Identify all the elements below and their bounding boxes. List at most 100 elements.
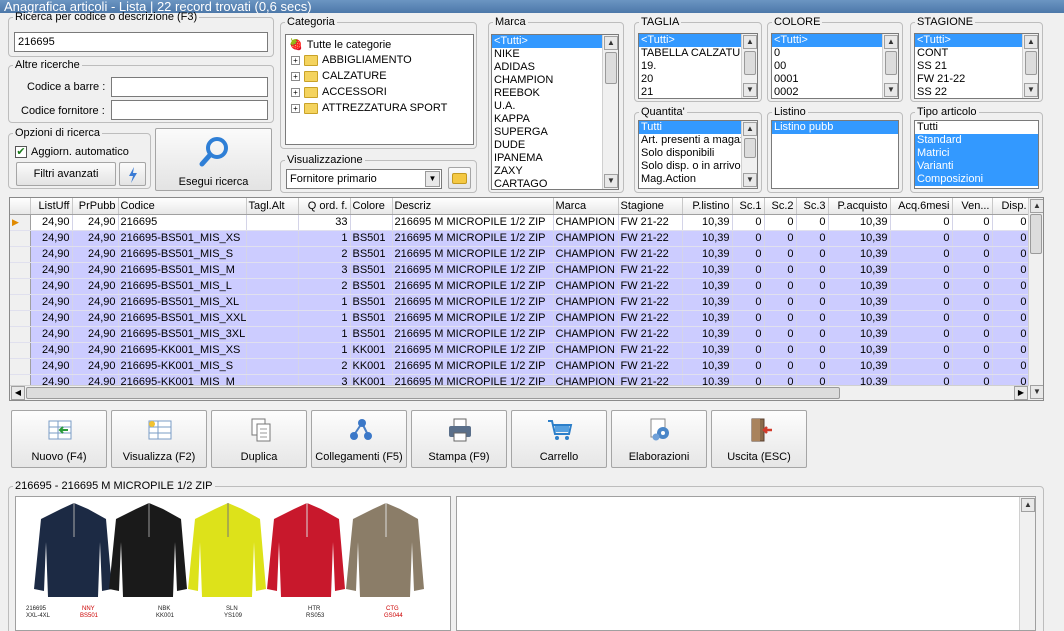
table-cell[interactable]: 10,39 bbox=[828, 214, 891, 231]
table-cell[interactable]: 216695 M MICROPILE 1/2 ZIP bbox=[392, 246, 554, 263]
table-cell[interactable]: 24,90 bbox=[30, 326, 73, 343]
column-header[interactable]: Sc.2 bbox=[764, 198, 797, 215]
table-cell[interactable]: 1 bbox=[298, 230, 351, 247]
table-cell[interactable] bbox=[246, 278, 299, 295]
column-header[interactable]: Q ord. f. bbox=[298, 198, 351, 215]
table-cell[interactable]: 10,39 bbox=[682, 358, 733, 375]
table-cell[interactable]: 10,39 bbox=[828, 358, 891, 375]
table-cell[interactable]: 0 bbox=[732, 246, 765, 263]
column-header[interactable]: Sc.3 bbox=[796, 198, 829, 215]
table-cell[interactable]: CHAMPION bbox=[553, 278, 619, 295]
row-indicator[interactable] bbox=[10, 326, 31, 343]
color-list-item[interactable]: 0001 bbox=[772, 73, 898, 86]
table-cell[interactable]: 10,39 bbox=[682, 310, 733, 327]
pricelist-list-item[interactable]: Listino pubb bbox=[772, 121, 898, 134]
table-cell[interactable]: 10,39 bbox=[828, 294, 891, 311]
category-item-abbigliamento[interactable]: + ABBIGLIAMENTO bbox=[291, 54, 412, 66]
table-cell[interactable]: 0 bbox=[992, 262, 1030, 279]
table-cell[interactable]: 0 bbox=[890, 326, 953, 343]
table-row[interactable]: 24,90 24,90 216695-BS501_MIS_XXL 1 BS501 2166… bbox=[10, 310, 1030, 327]
article-type-list-item[interactable]: Varianti bbox=[915, 160, 1038, 173]
column-header[interactable]: P.listino bbox=[682, 198, 733, 215]
table-cell[interactable]: 216695-KK001_MIS_S bbox=[118, 358, 247, 375]
table-cell[interactable]: 10,39 bbox=[828, 246, 891, 263]
column-header[interactable]: Colore bbox=[350, 198, 393, 215]
scroll-down-icon[interactable]: ▼ bbox=[743, 83, 757, 97]
brand-list-item[interactable]: KAPPA bbox=[492, 113, 618, 126]
table-cell[interactable]: 0 bbox=[992, 342, 1030, 359]
grid-vertical-scrollbar[interactable]: ▲ ▼ bbox=[1028, 198, 1043, 400]
table-cell[interactable]: 24,90 bbox=[30, 310, 73, 327]
brand-list-item[interactable]: CHAMPION bbox=[492, 74, 618, 87]
table-cell[interactable]: 0 bbox=[952, 246, 993, 263]
table-cell[interactable]: 24,90 bbox=[72, 358, 119, 375]
table-row[interactable]: 24,90 24,90 216695-BS501_MIS_XS 1 BS501 21669… bbox=[10, 230, 1030, 247]
table-cell[interactable]: 0 bbox=[796, 262, 829, 279]
table-cell[interactable]: 0 bbox=[796, 342, 829, 359]
table-row[interactable]: 24,90 24,90 216695-BS501_MIS_M 3 BS501 216695… bbox=[10, 262, 1030, 279]
table-cell[interactable]: 0 bbox=[732, 278, 765, 295]
brand-list-item[interactable]: <Tutti> bbox=[492, 35, 618, 48]
table-cell[interactable]: 0 bbox=[992, 278, 1030, 295]
scroll-up-icon[interactable]: ▲ bbox=[743, 122, 757, 136]
table-cell[interactable]: 216695-BS501_MIS_XS bbox=[118, 230, 247, 247]
scroll-up-icon[interactable]: ▲ bbox=[604, 36, 618, 50]
table-cell[interactable]: 0 bbox=[992, 294, 1030, 311]
column-header[interactable]: Ven... bbox=[952, 198, 993, 215]
category-item-attrezzatura[interactable]: + ATTREZZATURA SPORT bbox=[291, 102, 447, 114]
color-scrollbar[interactable]: ▲ ▼ bbox=[882, 34, 898, 98]
season-list-item[interactable]: CONT bbox=[915, 47, 1038, 60]
links-button[interactable]: Collegamenti (F5) bbox=[311, 410, 407, 468]
exit-button[interactable]: Uscita (ESC) bbox=[711, 410, 807, 468]
table-cell[interactable]: 0 bbox=[992, 246, 1030, 263]
table-cell[interactable]: 0 bbox=[890, 246, 953, 263]
table-cell[interactable]: CHAMPION bbox=[553, 310, 619, 327]
quantity-list[interactable]: Tutti Art. presenti a magazzino Solo dispo… bbox=[638, 120, 758, 189]
table-cell[interactable]: 216695-BS501_MIS_L bbox=[118, 278, 247, 295]
scroll-down-icon[interactable]: ▼ bbox=[884, 83, 898, 97]
table-cell[interactable]: 216695 M MICROPILE 1/2 ZIP bbox=[392, 230, 554, 247]
season-list-item[interactable]: SS 22 bbox=[915, 86, 1038, 98]
table-cell[interactable]: 24,90 bbox=[72, 294, 119, 311]
column-header[interactable]: Stagione bbox=[618, 198, 683, 215]
season-list-item[interactable]: SS 21 bbox=[915, 60, 1038, 73]
table-cell[interactable]: 2 bbox=[298, 278, 351, 295]
brand-list-item[interactable]: CARTAGO bbox=[492, 178, 618, 189]
table-cell[interactable]: FW 21-22 bbox=[618, 358, 683, 375]
row-indicator[interactable]: ▶ bbox=[10, 214, 31, 231]
table-cell[interactable]: 0 bbox=[764, 246, 797, 263]
scroll-up-icon[interactable]: ▲ bbox=[1021, 498, 1035, 512]
table-row[interactable]: 24,90 24,90 216695-KK001_MIS_S 2 KK001 216695… bbox=[10, 358, 1030, 375]
table-cell[interactable]: 0 bbox=[764, 294, 797, 311]
color-list-item[interactable]: 0 bbox=[772, 47, 898, 60]
table-cell[interactable]: 1 bbox=[298, 326, 351, 343]
table-cell[interactable] bbox=[350, 214, 393, 231]
row-indicator[interactable] bbox=[10, 278, 31, 295]
row-indicator[interactable] bbox=[10, 294, 31, 311]
table-cell[interactable]: 216695-BS501_MIS_XXL bbox=[118, 310, 247, 327]
category-root[interactable]: 🍓 Tutte le categorie bbox=[289, 38, 391, 51]
table-cell[interactable]: 0 bbox=[952, 230, 993, 247]
table-cell[interactable]: 33 bbox=[298, 214, 351, 231]
brand-list-item[interactable]: ADIDAS bbox=[492, 61, 618, 74]
brand-list-item[interactable]: SUPERGA bbox=[492, 126, 618, 139]
table-cell[interactable]: 216695 M MICROPILE 1/2 ZIP bbox=[392, 310, 554, 327]
scroll-down-icon[interactable]: ▼ bbox=[743, 173, 757, 187]
brand-list-item[interactable]: U.A. bbox=[492, 100, 618, 113]
table-cell[interactable]: KK001 bbox=[350, 358, 393, 375]
expand-icon[interactable]: + bbox=[291, 103, 300, 113]
color-list-item[interactable]: 00 bbox=[772, 60, 898, 73]
table-cell[interactable]: 2 bbox=[298, 246, 351, 263]
table-cell[interactable] bbox=[246, 294, 299, 311]
articles-grid[interactable]: ListUff PrPubb Codice Tagl.Alt Q ord. f. Colo… bbox=[9, 197, 1044, 401]
table-cell[interactable]: 0 bbox=[952, 278, 993, 295]
table-cell[interactable]: 1 bbox=[298, 342, 351, 359]
table-cell[interactable]: 0 bbox=[764, 278, 797, 295]
advanced-filters-button[interactable]: Filtri avanzati bbox=[16, 162, 116, 186]
table-cell[interactable]: 0 bbox=[992, 214, 1030, 231]
season-list[interactable]: <Tutti> CONT SS 21 FW 21-22 SS 22 ▲ ▼ bbox=[914, 33, 1039, 99]
table-cell[interactable]: 0 bbox=[732, 294, 765, 311]
table-cell[interactable]: 24,90 bbox=[30, 230, 73, 247]
scroll-up-icon[interactable]: ▲ bbox=[884, 35, 898, 49]
season-scrollbar[interactable]: ▲ ▼ bbox=[1022, 34, 1038, 98]
